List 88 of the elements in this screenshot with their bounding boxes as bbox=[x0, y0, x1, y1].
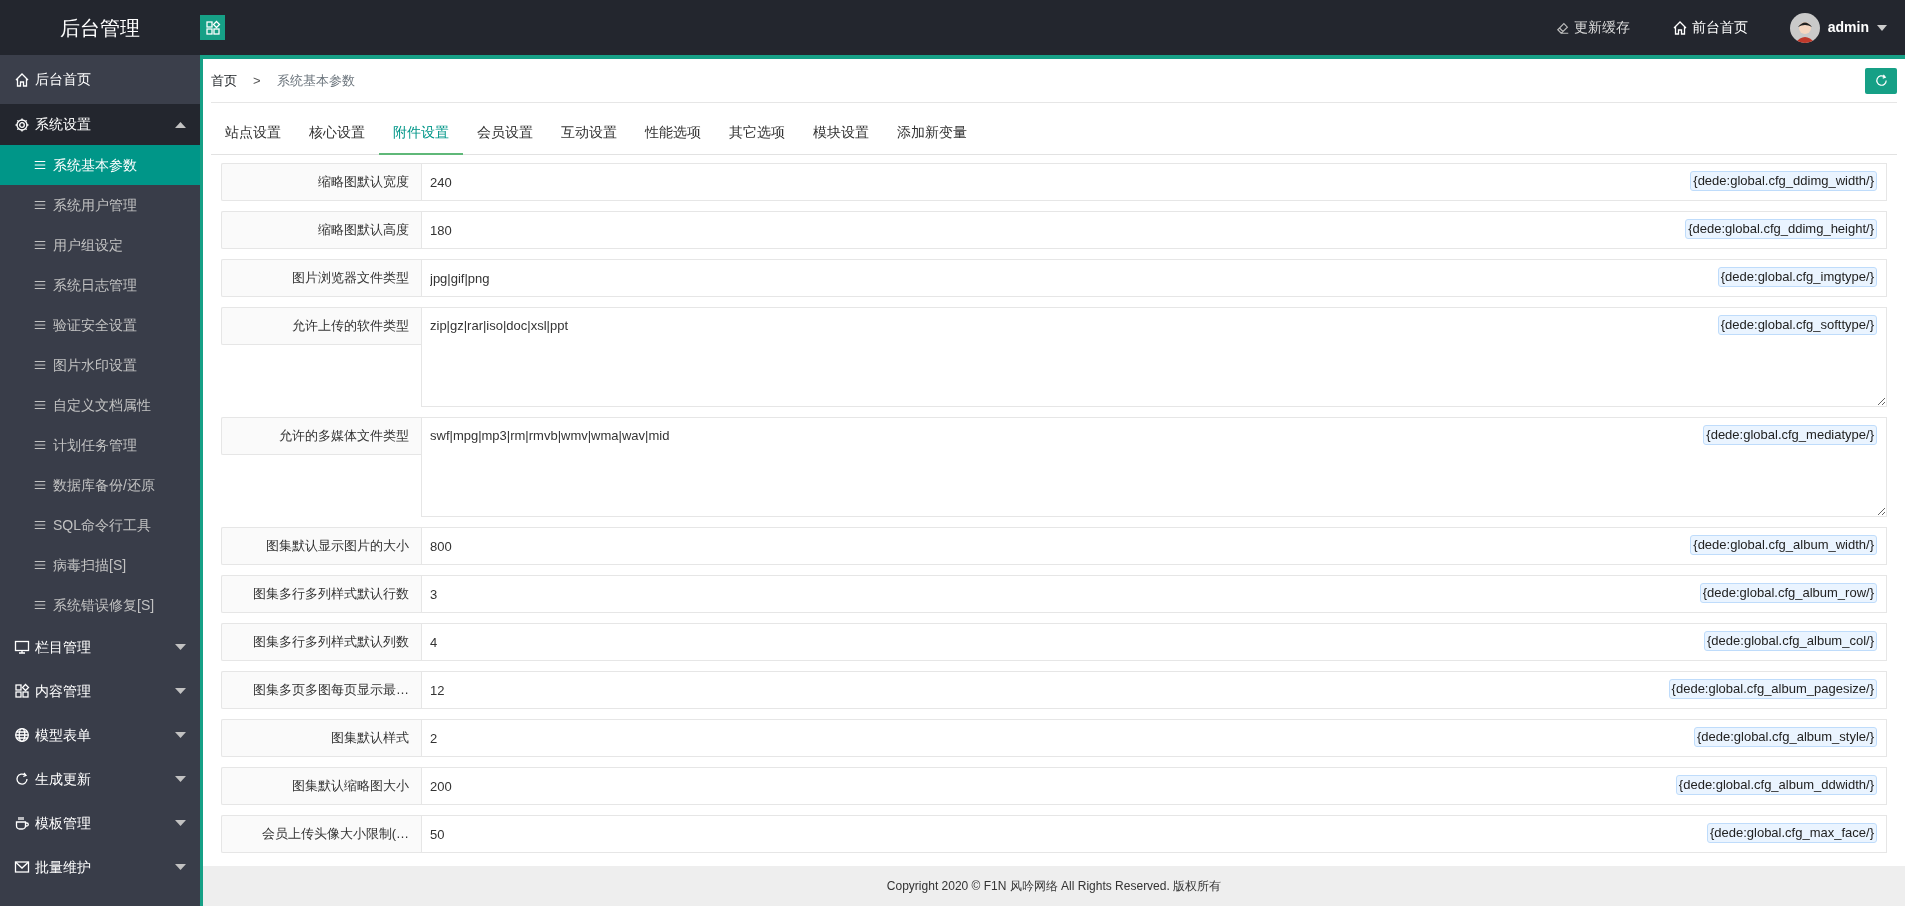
globe-icon bbox=[14, 727, 30, 743]
tab[interactable]: 站点设置 bbox=[211, 111, 295, 155]
field-label: 图集默认缩略图大小 bbox=[221, 767, 421, 805]
home-icon bbox=[1671, 19, 1688, 36]
refresh-icon bbox=[1873, 73, 1889, 88]
field-label: 允许的多媒体文件类型 bbox=[221, 417, 421, 455]
sidebar-subitem[interactable]: 系统错误修复[S] bbox=[0, 585, 200, 625]
tab[interactable]: 其它选项 bbox=[715, 111, 799, 155]
caret-icon bbox=[1877, 24, 1887, 31]
field-label: 图集默认显示图片的大小 bbox=[221, 527, 421, 565]
variable-tag: {dede:global.cfg_max_face/} bbox=[1706, 823, 1877, 843]
field-label: 图集默认样式 bbox=[221, 719, 421, 757]
variable-tag: {dede:global.cfg_imgtype/} bbox=[1717, 267, 1877, 287]
logo-text: 后台管理 bbox=[59, 15, 141, 41]
refresh-button[interactable] bbox=[1865, 67, 1897, 94]
field-label: 图集多页多图每页显示最… bbox=[221, 671, 421, 709]
variable-tag: {dede:global.cfg_album_row/} bbox=[1699, 583, 1877, 603]
toolbar-link[interactable]: 前台首页 bbox=[1671, 17, 1748, 38]
variable-tag: {dede:global.cfg_ddimg_width/} bbox=[1690, 171, 1877, 191]
tab[interactable]: 添加新变量 bbox=[883, 111, 981, 155]
menu-icon bbox=[33, 438, 47, 452]
menu-icon bbox=[33, 198, 47, 212]
sidebar-subitem[interactable]: 系统基本参数 bbox=[0, 145, 200, 185]
breadcrumb-separator: > bbox=[253, 71, 261, 90]
sidebar-item[interactable]: 模型表单 bbox=[0, 713, 200, 757]
copyright-text: Copyright 2020 © F1N 风吟网络 All Rights Reserved. 版权所有 bbox=[886, 878, 1222, 895]
menu-icon bbox=[33, 158, 47, 172]
tab[interactable]: 会员设置 bbox=[463, 111, 547, 155]
tab[interactable]: 性能选项 bbox=[631, 111, 715, 155]
mail-icon bbox=[14, 859, 30, 875]
sidebar-subitem[interactable]: 系统日志管理 bbox=[0, 265, 200, 305]
variable-tag: {dede:global.cfg_mediatype/} bbox=[1703, 425, 1877, 445]
sidebar-item[interactable]: 模板管理 bbox=[0, 801, 200, 845]
refresh-icon bbox=[14, 771, 30, 787]
sidebar-item[interactable]: 批量维护 bbox=[0, 845, 200, 889]
sidebar-item[interactable]: 内容管理 bbox=[0, 669, 200, 713]
sidebar-item[interactable]: 生成更新 bbox=[0, 757, 200, 801]
menu-icon bbox=[33, 398, 47, 412]
tab[interactable]: 附件设置 bbox=[379, 111, 463, 155]
toolbar-link[interactable]: 更新缓存 bbox=[1555, 17, 1630, 38]
grid-icon bbox=[204, 19, 221, 36]
user-menu[interactable]: admin bbox=[1827, 17, 1869, 38]
grid-icon bbox=[14, 683, 30, 699]
sidebar-subitem[interactable]: 用户组设定 bbox=[0, 225, 200, 265]
breadcrumb-link[interactable]: 系统基本参数 bbox=[276, 70, 355, 91]
variable-tag: {dede:global.cfg_album_ddwidth/} bbox=[1675, 775, 1877, 795]
variable-tag: {dede:global.cfg_album_col/} bbox=[1704, 631, 1877, 651]
sidebar-item[interactable]: 栏目管理 bbox=[0, 625, 200, 669]
sidebar-subitem[interactable]: 病毒扫描[S] bbox=[0, 545, 200, 585]
sidebar-subitem[interactable]: 系统用户管理 bbox=[0, 185, 200, 225]
variable-tag: {dede:global.cfg_album_width/} bbox=[1690, 535, 1877, 555]
field-label: 允许上传的软件类型 bbox=[221, 307, 421, 345]
tab[interactable]: 模块设置 bbox=[799, 111, 883, 155]
menu-icon bbox=[33, 238, 47, 252]
sidebar-subitem[interactable]: 计划任务管理 bbox=[0, 425, 200, 465]
monitor-icon bbox=[14, 639, 30, 655]
apps-button[interactable] bbox=[200, 15, 225, 40]
sidebar-subitem[interactable]: 图片水印设置 bbox=[0, 345, 200, 385]
breadcrumb-link[interactable]: 首页 bbox=[211, 70, 237, 91]
avatar-icon bbox=[1789, 12, 1820, 43]
sidebar-subitem[interactable]: 自定义文档属性 bbox=[0, 385, 200, 425]
cup-icon bbox=[14, 815, 30, 831]
field-label: 图集多行多列样式默认行数 bbox=[221, 575, 421, 613]
sidebar-subitem[interactable]: 数据库备份/还原 bbox=[0, 465, 200, 505]
field-label: 缩略图默认高度 bbox=[221, 211, 421, 249]
variable-tag: {dede:global.cfg_ddimg_height/} bbox=[1685, 219, 1877, 239]
menu-icon bbox=[33, 318, 47, 332]
sidebar-subitem[interactable]: SQL命令行工具 bbox=[0, 505, 200, 545]
tab[interactable]: 核心设置 bbox=[295, 111, 379, 155]
home-icon bbox=[14, 71, 30, 88]
sidebar-item[interactable]: 系统设置 bbox=[0, 104, 200, 145]
variable-tag: {dede:global.cfg_album_style/} bbox=[1693, 727, 1877, 747]
menu-icon bbox=[33, 278, 47, 292]
eraser-icon bbox=[1555, 20, 1570, 35]
field-label: 图片浏览器文件类型 bbox=[221, 259, 421, 297]
field-label: 图集多行多列样式默认列数 bbox=[221, 623, 421, 661]
field-label: 缩略图默认宽度 bbox=[221, 163, 421, 201]
variable-tag: {dede:global.cfg_album_pagesize/} bbox=[1668, 679, 1877, 699]
settings-icon bbox=[14, 116, 30, 133]
variable-tag: {dede:global.cfg_softtype/} bbox=[1717, 315, 1877, 335]
sidebar-subitem[interactable]: 验证安全设置 bbox=[0, 305, 200, 345]
menu-icon bbox=[33, 518, 47, 532]
menu-icon bbox=[33, 558, 47, 572]
menu-icon bbox=[33, 358, 47, 372]
tab[interactable]: 互动设置 bbox=[547, 111, 631, 155]
menu-icon bbox=[33, 598, 47, 612]
menu-icon bbox=[33, 478, 47, 492]
field-label: 会员上传头像大小限制(… bbox=[221, 815, 421, 853]
